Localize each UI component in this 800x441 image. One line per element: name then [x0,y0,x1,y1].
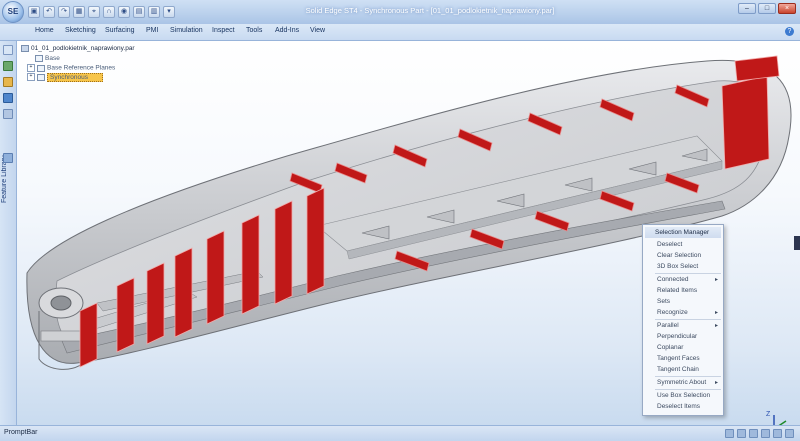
prompt-bar-label: PromptBar [4,429,38,436]
menu-separator [655,319,721,320]
pan-icon[interactable] [749,429,758,438]
ribbon-tabs: Home Sketching Surfacing PMI Simulation … [0,24,800,41]
expand-icon[interactable]: + [27,73,35,81]
part-icon [21,45,29,52]
close-button[interactable]: × [778,3,796,14]
menu-item-tangent-faces[interactable]: Tangent Faces [657,354,721,364]
selection-context-menu: Selection Manager Deselect Clear Selecti… [642,224,724,416]
tab-view[interactable]: View [310,27,325,34]
triad-z-label: Z [766,411,771,418]
quick-access-toolbar: ▣ ↶ ↷ ▦ ⌖ ∩ ◉ ▤ ▥ ▾ [28,6,175,20]
menu-separator [655,376,721,377]
submenu-arrow-icon: ▸ [714,323,718,329]
undo-icon[interactable]: ↶ [43,6,55,18]
title-bar: SE ▣ ↶ ↷ ▦ ⌖ ∩ ◉ ▤ ▥ ▾ Solid Edge ST4 - … [0,0,800,25]
options-icon[interactable]: ▾ [163,6,175,18]
menu-header[interactable]: Selection Manager [645,227,721,238]
grid-icon[interactable]: ▦ [73,6,85,18]
menu-item-connected[interactable]: Connected ▸ [657,275,721,285]
menu-separator [655,273,721,274]
sketch-icon[interactable]: ▤ [133,6,145,18]
menu-item-related-items[interactable]: Related Items [657,286,721,296]
minimize-button[interactable]: – [738,3,756,14]
library-icon[interactable] [3,93,13,103]
tab-simulation[interactable]: Simulation [170,27,203,34]
select-icon[interactable]: ⌖ [88,6,100,18]
help-icon[interactable]: ? [785,27,794,36]
tree-item-base[interactable]: Base [35,55,60,64]
view-triad[interactable]: Z X Y [764,409,798,425]
submenu-arrow-icon: ▸ [714,380,718,386]
menu-item-clear-selection[interactable]: Clear Selection [657,251,721,261]
prompt-bar: PromptBar [0,425,800,441]
left-toolbar: Feature Library [0,41,17,425]
synchronous-icon [37,73,45,81]
view-icon[interactable]: ◉ [118,6,130,18]
magnet-icon[interactable]: ∩ [103,6,115,18]
zoom-icon[interactable] [725,429,734,438]
menu-item-tangent-chain[interactable]: Tangent Chain [657,365,721,375]
fit-icon[interactable] [737,429,746,438]
tree-root[interactable]: 01_01_podlokietnik_naprawiony.par [21,45,135,54]
tab-add-ins[interactable]: Add-Ins [275,27,299,34]
window-title: Solid Edge ST4 - Synchronous Part - [01_… [305,6,555,15]
views-icon[interactable] [773,429,782,438]
menu-item-symmetric-about[interactable]: Symmetric About ▸ [657,378,721,388]
body-icon [35,55,43,62]
layers-icon[interactable] [3,61,13,71]
tab-inspect[interactable]: Inspect [212,27,235,34]
submenu-arrow-icon: ▸ [714,310,718,316]
save-icon[interactable]: ▣ [28,6,40,18]
menu-item-sets[interactable]: Sets [657,297,721,307]
tree-item-synchronous[interactable]: + Synchronous [27,72,103,82]
pathfinder-icon[interactable] [3,45,13,55]
menu-item-perpendicular[interactable]: Perpendicular [657,332,721,342]
menu-item-use-box-selection[interactable]: Use Box Selection [657,391,721,401]
menu-separator [655,389,721,390]
menu-item-deselect-items[interactable]: Deselect Items [657,402,721,412]
tab-tools[interactable]: Tools [246,27,262,34]
display-icon[interactable]: ▥ [148,6,160,18]
style-icon[interactable] [785,429,794,438]
menu-item-parallel[interactable]: Parallel ▸ [657,321,721,331]
menu-item-3d-box-select[interactable]: 3D Box Select [657,262,721,272]
menu-item-coplanar[interactable]: Coplanar [657,343,721,353]
submenu-arrow-icon: ▸ [714,277,718,283]
rotate-icon[interactable] [761,429,770,438]
panel-grip[interactable] [794,236,800,250]
grid-panel-icon[interactable] [3,153,13,163]
tree-item-reference-planes[interactable]: + Base Reference Planes [27,64,115,73]
status-icons [725,429,794,438]
window-controls: – □ × [738,3,796,14]
tab-sketching[interactable]: Sketching [65,27,96,34]
menu-item-deselect[interactable]: Deselect [657,240,721,250]
application-button[interactable]: SE [2,1,24,23]
feature-icon[interactable] [3,77,13,87]
maximize-button[interactable]: □ [758,3,776,14]
expand-icon[interactable]: + [27,64,35,72]
tab-home[interactable]: Home [35,27,54,34]
planes-icon [37,64,45,72]
menu-item-recognize[interactable]: Recognize ▸ [657,308,721,318]
tab-surfacing[interactable]: Surfacing [105,27,135,34]
redo-icon[interactable]: ↷ [58,6,70,18]
properties-icon[interactable] [3,109,13,119]
tab-pmi[interactable]: PMI [146,27,158,34]
